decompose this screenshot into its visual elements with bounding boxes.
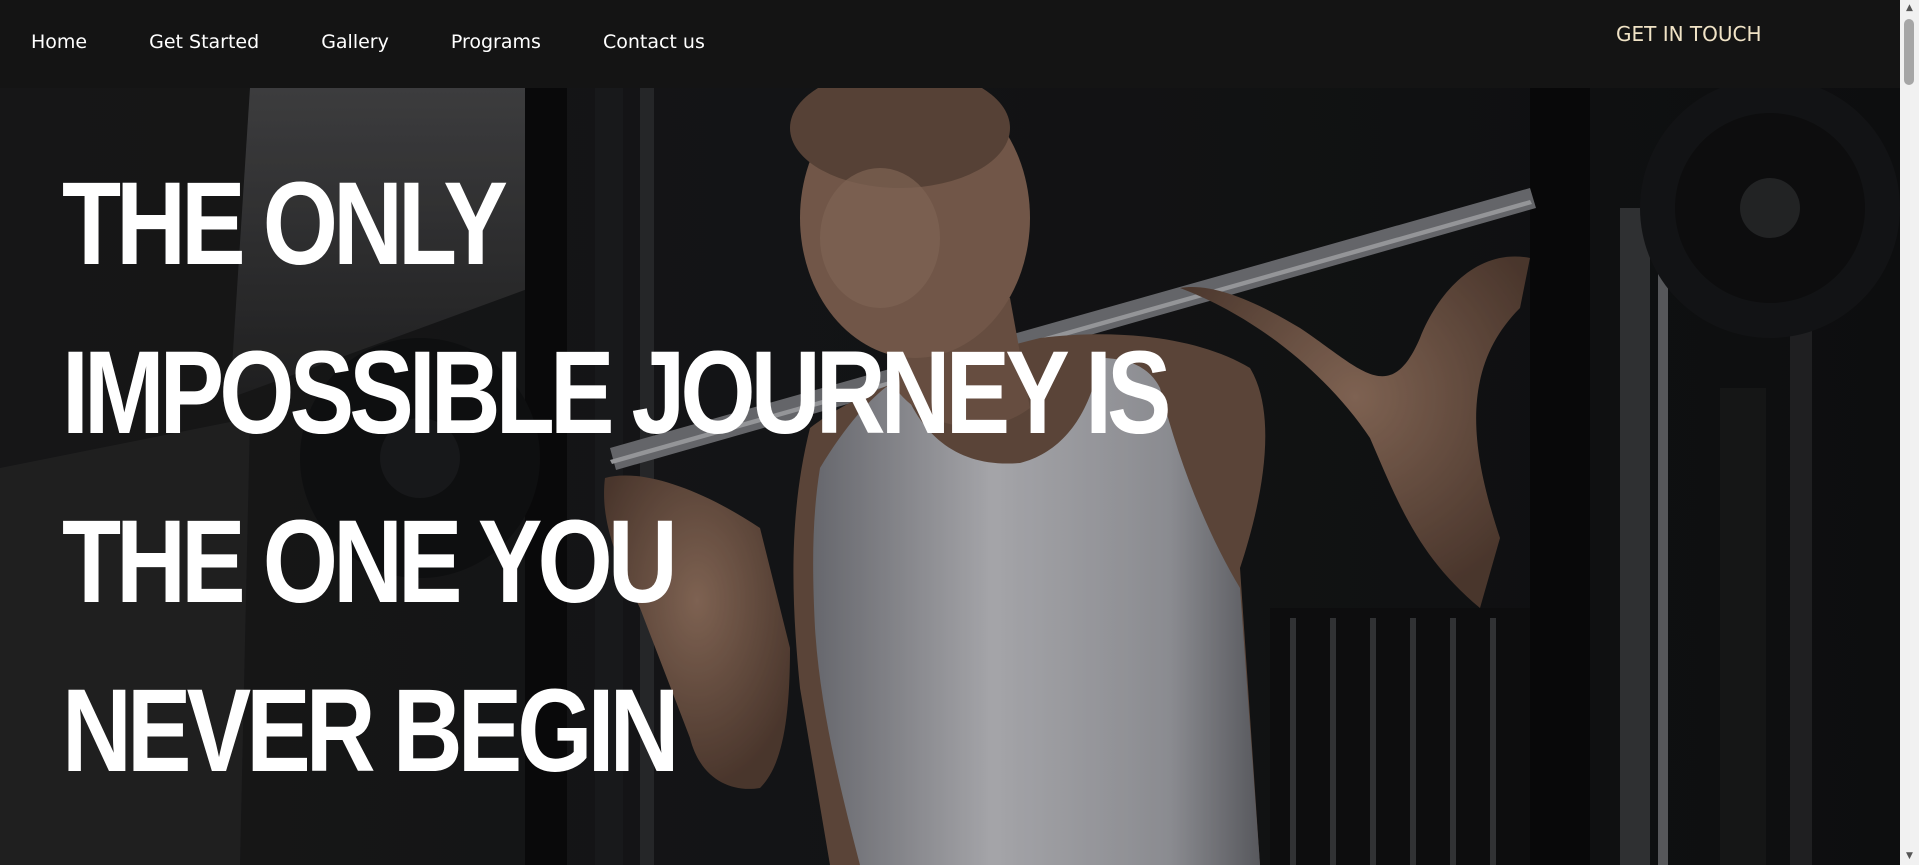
- nav-link-programs[interactable]: Programs: [451, 29, 541, 55]
- hero-headline-line: NEVER BEGIN: [62, 665, 679, 797]
- nav-link-get-started[interactable]: Get Started: [149, 29, 259, 55]
- scroll-up-icon[interactable]: ▲: [1900, 0, 1919, 17]
- get-in-touch-button[interactable]: GET IN TOUCH: [1616, 20, 1762, 48]
- top-navbar: Home Get Started Gallery Programs Contac…: [0, 0, 1900, 88]
- hero-headline-line: THE ONE YOU: [62, 496, 678, 628]
- hero-headline: THE ONLY IMPOSSIBLE JOURNEY IS THE ONE Y…: [62, 140, 1172, 816]
- hero-section: THE ONLY IMPOSSIBLE JOURNEY IS THE ONE Y…: [0, 88, 1900, 865]
- scrollbar-thumb[interactable]: [1904, 19, 1914, 85]
- hero-headline-line: THE ONLY: [62, 158, 508, 290]
- nav-link-gallery[interactable]: Gallery: [321, 29, 389, 55]
- hero-headline-line: IMPOSSIBLE JOURNEY IS: [62, 327, 1172, 459]
- nav-link-home[interactable]: Home: [31, 29, 87, 55]
- page: Home Get Started Gallery Programs Contac…: [0, 0, 1919, 865]
- nav-links: Home Get Started Gallery Programs Contac…: [31, 29, 705, 55]
- vertical-scrollbar[interactable]: ▲ ▼: [1900, 0, 1919, 865]
- scroll-down-icon[interactable]: ▼: [1900, 848, 1919, 865]
- nav-link-contact-us[interactable]: Contact us: [603, 29, 705, 55]
